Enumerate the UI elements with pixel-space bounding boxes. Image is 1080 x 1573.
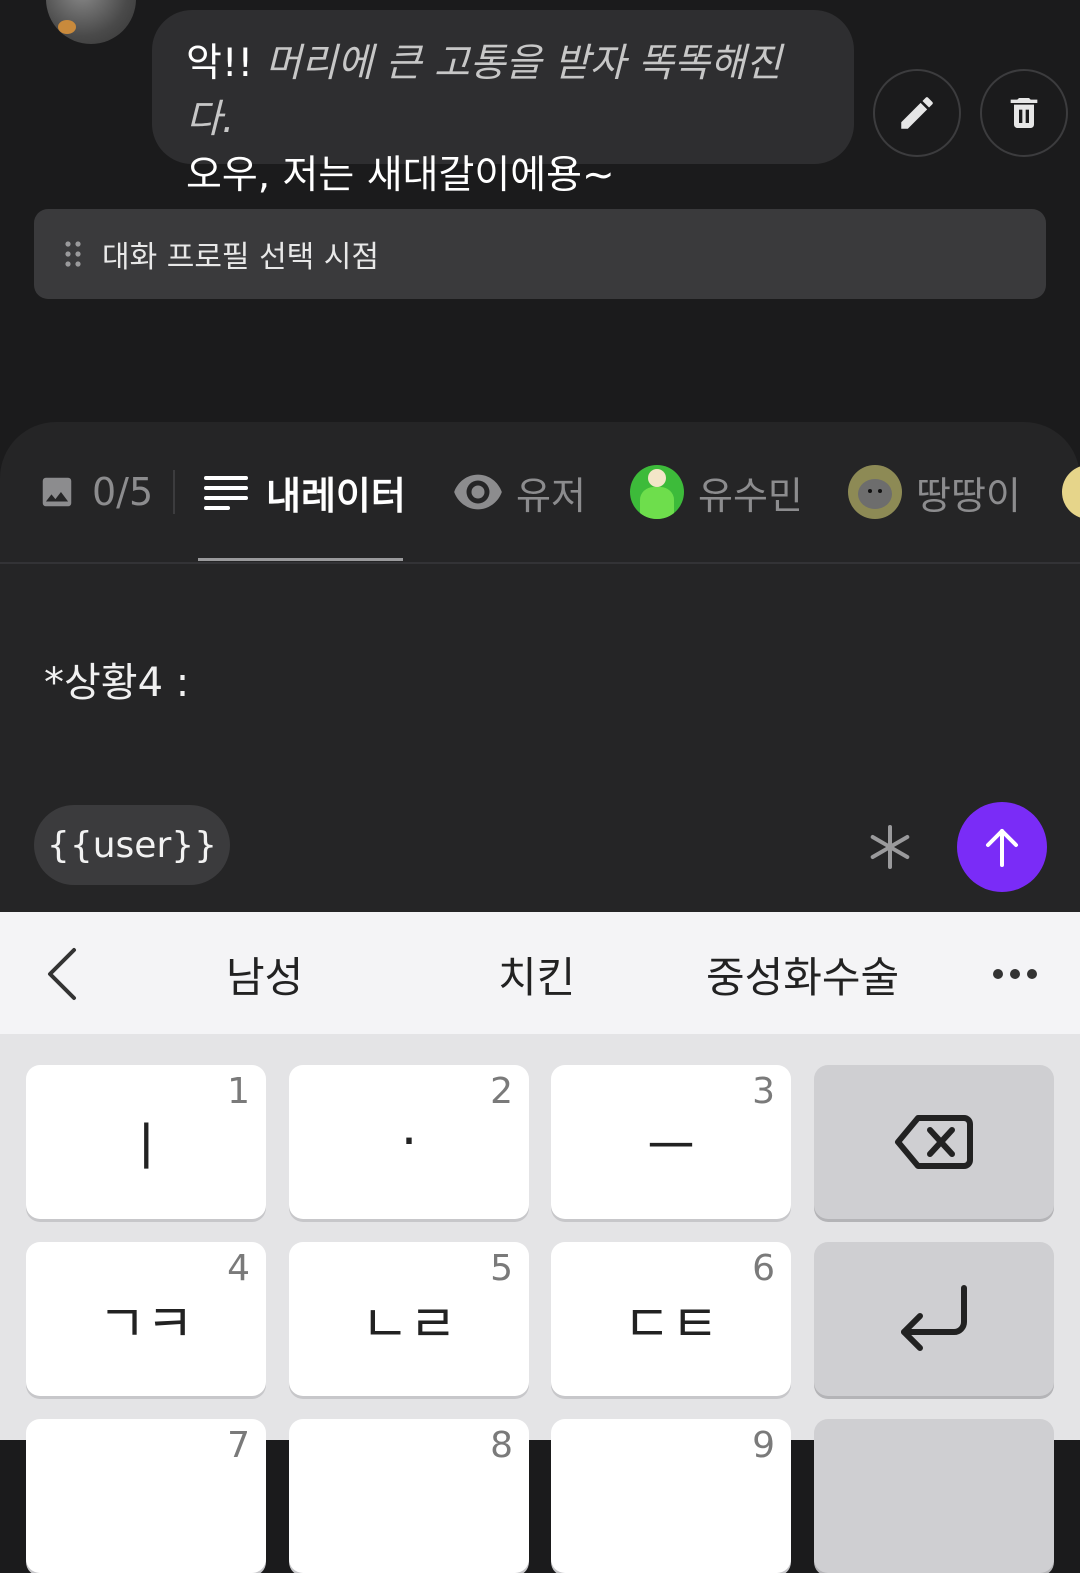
key-number: 7 [227,1425,250,1466]
image-icon [42,477,72,507]
key-2[interactable]: 2 · [289,1065,529,1219]
key-label: ㅡ [647,1117,695,1178]
edit-message-button[interactable] [873,69,961,157]
key-1[interactable]: 1 ㅣ [26,1065,266,1219]
key-label: ㄴㄹ [361,1294,457,1355]
lines-icon [204,476,248,510]
tab-images[interactable]: 0/5 [38,467,153,517]
key-6[interactable]: 6 ㄷㅌ [551,1242,791,1396]
tab-divider [173,470,175,514]
speaker-tabs: 0/5 내레이터 유저 유수민 땅땅이 [0,422,1080,564]
message-bubble[interactable]: 악!! 머리에 큰 고통을 받자 똑똑해진다. 오우, 저는 새대갈이에용~ [152,10,854,198]
enter-key[interactable] [814,1242,1054,1396]
asterisk-icon [870,825,910,869]
key-label: ㄷㅌ [623,1294,719,1355]
trash-icon [1010,98,1038,128]
character-1-avatar [630,465,684,519]
message-input[interactable]: *상황4 : [44,650,189,708]
message-italic-action: 머리에 큰 고통을 받자 똑똑해진다. [186,41,782,142]
enter-icon-wrap [814,1242,1054,1396]
message-prefix: 악!! [186,41,266,86]
message-line-1: 악!! 머리에 큰 고통을 받자 똑똑해진다. [186,36,820,148]
backspace-key[interactable] [814,1065,1054,1219]
message-line-2: 오우, 저는 새대갈이에용~ [186,153,615,198]
composer-panel: 0/5 내레이터 유저 유수민 땅땅이 *상황4: {{user}} [0,422,1080,912]
character-2-name: 땅땅이 [916,473,1021,518]
key-8[interactable]: 8 [289,1419,529,1573]
narrator-label: 내레이터 [266,473,406,518]
key-label: ㅣ [122,1117,170,1178]
enter-icon [901,1285,967,1351]
arrow-up-icon [986,829,1018,867]
key-5[interactable]: 5 ㄴㄹ [289,1242,529,1396]
user-variable-chip[interactable]: {{user}} [34,805,230,885]
keyboard-suggestion-bar: 남성 치킨 중성화수술 [0,912,1080,1034]
cookie-decoration [58,20,76,34]
more-horizontal-icon [993,969,1037,979]
tab-character-3[interactable] [1062,465,1080,519]
active-tab-indicator [198,558,403,561]
send-button[interactable] [957,802,1047,892]
backspace-icon [895,1115,973,1169]
character-avatar[interactable] [46,0,136,44]
suggestion-back-button[interactable] [40,944,84,1008]
key-number: 9 [752,1425,775,1466]
tab-character-1[interactable]: 유수민 [630,465,803,519]
asterisk-button[interactable] [862,819,918,875]
character-2-avatar [848,465,902,519]
key-3[interactable]: 3 ㅡ [551,1065,791,1219]
key-4[interactable]: 4 ㄱㅋ [26,1242,266,1396]
tab-user[interactable]: 유저 [452,467,586,518]
tab-character-2[interactable]: 땅땅이 [848,465,1021,519]
pencil-icon [901,97,933,129]
suggestion-more-button[interactable] [992,966,1038,985]
profile-timing-bar[interactable]: 대화 프로필 선택 시점 [34,209,1046,299]
profile-timing-label: 대화 프로필 선택 시점 [102,240,380,275]
delete-message-button[interactable] [980,69,1068,157]
key-7[interactable]: 7 [26,1419,266,1573]
character-1-name: 유수민 [698,473,803,518]
backspace-icon-wrap [814,1065,1054,1219]
tab-narrator[interactable]: 내레이터 [204,467,406,518]
key-label: ㄱㅋ [98,1294,194,1355]
keyboard: 1 ㅣ 2 · 3 ㅡ 4 ㄱㅋ 5 ㄴㄹ 6 ㄷㅌ 7 8 9 [0,1034,1080,1573]
image-count: 0/5 [92,470,154,514]
user-label: 유저 [516,473,586,518]
key-label: · [400,1112,418,1172]
character-3-avatar [1062,465,1080,519]
drag-handle-icon [65,241,81,267]
function-key[interactable] [814,1419,1054,1573]
eye-icon [454,474,502,510]
key-9[interactable]: 9 [551,1419,791,1573]
suggestion-1[interactable]: 남성 [226,944,303,1005]
key-number: 8 [490,1425,513,1466]
suggestion-2[interactable]: 치킨 [498,944,575,1005]
chevron-left-icon [48,948,76,1000]
suggestion-3[interactable]: 중성화수술 [706,944,899,1005]
